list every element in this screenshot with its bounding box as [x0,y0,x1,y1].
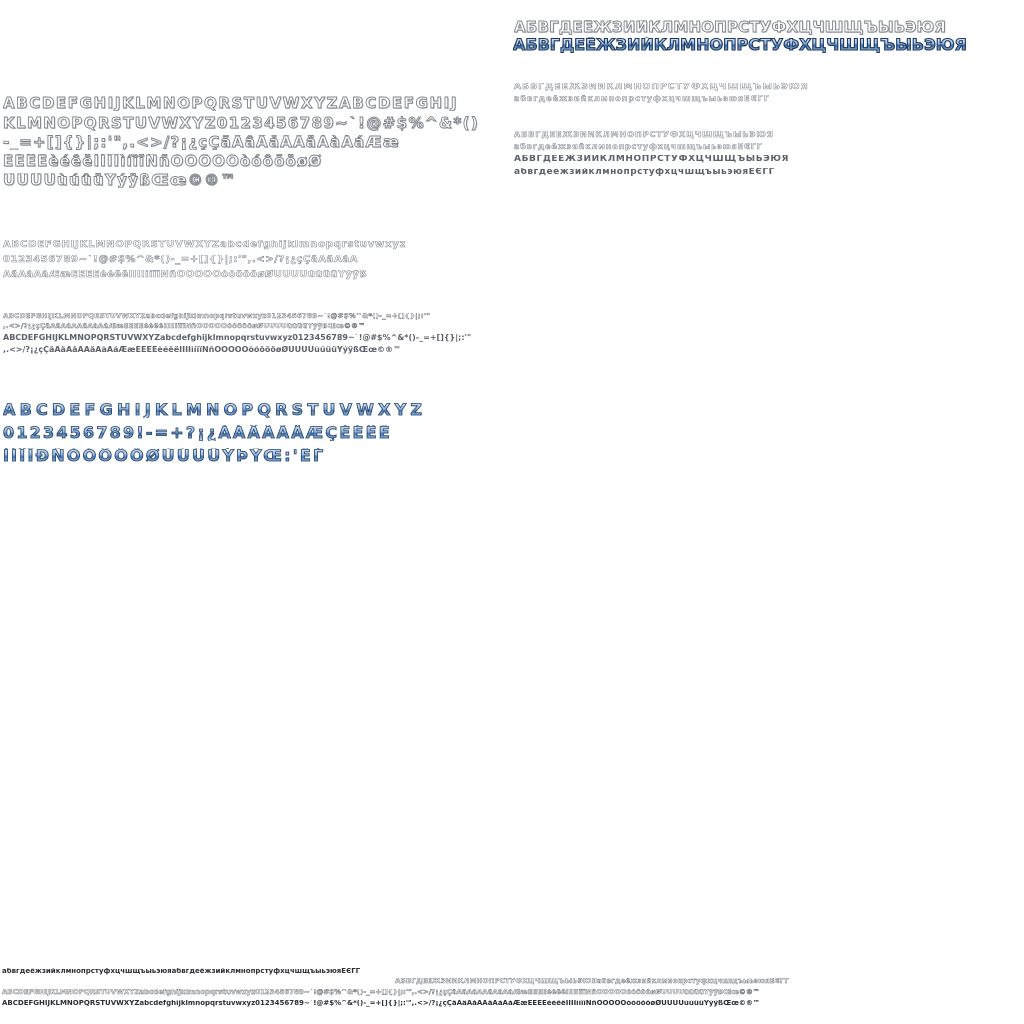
glyph-row-cyrillic-small-1: АБВГДЕЁЖЗИЙКЛМНОПРСТУФХЦЧШЩЪЫЬЭЮЯ [514,83,809,92]
glyph-row-cyrillic-chrome-top: АБВГДЕЁЖЗИЙКЛМНОПРСТУФХЦЧШЩЪЫЬЭЮЯ [513,37,1021,53]
glyph-row-bottom-4: ABCDEFGHIJKLMNOPQRSTUVWXYZabcdefghijklmn… [2,1000,760,1007]
glyph-row-bottom-1: абвгдеёжзийклмнопрстуфхцчшщъыьэюяабвгдеё… [2,968,361,975]
glyph-row-latin-big-1: ABCDEFGHIJKLMNOPQRSTUVWXYZABCDEFGHIJ [3,96,459,111]
glyph-row-latin-small-3: ABCDEFGHIJKLMNOPQRSTUVWXYZabcdefghijklmn… [3,334,472,342]
glyph-row-cyrillic-small-2: абвгдеёжзийклмнопрстуфхцчшщъыьэюяЁЄЃҐ [514,95,771,103]
glyph-row-latin-big-5: ÙÚÛÜùúûüÝýÿßŒœ©®™ [3,173,237,188]
glyph-row-latin-big-3: -_=+[]{}|;:'",.<>/?¡¿çÇãÃâÂåÅÄäÀàÁáÆæ [3,135,400,150]
font-glyph-atlas: АБВГДЕЁЖЗИЙКЛМНОПРСТУФХЦЧШЩЪЫЬЭЮЯ АБВГДЕ… [0,0,1024,1024]
glyph-row-chrome-2: 0123456789!-=+?¡¿ÀÁÂÃÄÅÆÇÈÉÊË [3,425,508,441]
glyph-row-latin-small-2: ,.<>/?¡¿çÇãÃâÂåÅÄäÀàÁáÆæÈÉÊËèéêëÌÍÎÏìíîï… [3,323,366,330]
glyph-row-bottom-2: АБВГДЕЁЖЗИЙКЛМНОПРСТУФХЦЧШЩЪЫЬЭЮЯабвгдеё… [395,978,790,985]
glyph-row-latin-small-4: ,.<>/?¡¿çÇãÃâÂåÅÄäÀàÁáÆæÈÉÊËèéêëÌÍÎÏìíîï… [3,346,401,354]
glyph-row-cyrillic-small-4: абвгдеёжзийклмнопрстуфхцчшщъыьэюяЁЄЃҐ [514,143,763,151]
glyph-row-latin-medium-3: ÄäÀàÁáÆæÈÉÊËèéêëÌÍÎÏìíîïÑñÒÓÔÕÖòóôõöøØÙÚ… [3,270,367,280]
glyph-row-bottom-3: ABCDEFGHIJKLMNOPQRSTUVWXYZabcdefghijklmn… [2,989,760,996]
glyph-row-cyrillic-small-6: абвгдеёжзийклмнопрстуфхцчшщъыьэюяЁЄЃҐ [514,168,775,177]
glyph-row-cyrillic-small-5: АБВГДЕЁЖЗИЙКЛМНОПРСТУФХЦЧШЩЪЫЬЭЮЯ [514,155,790,164]
glyph-row-latin-small-1: ABCDEFGHIJKLMNOPQRSTUVWXYZabcdefghijklmn… [3,313,431,320]
glyph-row-cyrillic-outline-top: АБВГДЕЁЖЗИЙКЛМНОПРСТУФХЦЧШЩЪЫЬЭЮЯ [514,20,947,35]
glyph-row-chrome-3: ÌÍÎÏÐÑÒÓÔÕÖØÙÚÛÜÝÞŸŒ:'ЁЃ [3,448,423,464]
glyph-row-latin-big-4: ÈÉÊËèéêëÌÍÎÏìíîïÑñÒÓÔÕÖòóôõöøØ [3,154,323,169]
glyph-row-latin-medium-2: 0123456789~`!@#$%^&*()-_=+[]{}|;:'",.<>/… [3,255,359,265]
glyph-row-cyrillic-small-3: АБВГДЕЁЖЗИЙКЛМНОПРСТУФХЦЧШЩЪЫЬЭЮЯ [514,131,774,139]
glyph-row-latin-medium-1: ABCDEFGHIJKLMNOPQRSTUVWXYZabcdefghijklmn… [3,240,407,250]
glyph-row-latin-big-2: KLMNOPQRSTUVWXYZ0123456789~`!@#$%^&*() [3,116,480,131]
glyph-row-chrome-1: ABCDEFGHIJKLMNOPQRSTUVWXYZ [3,402,503,418]
